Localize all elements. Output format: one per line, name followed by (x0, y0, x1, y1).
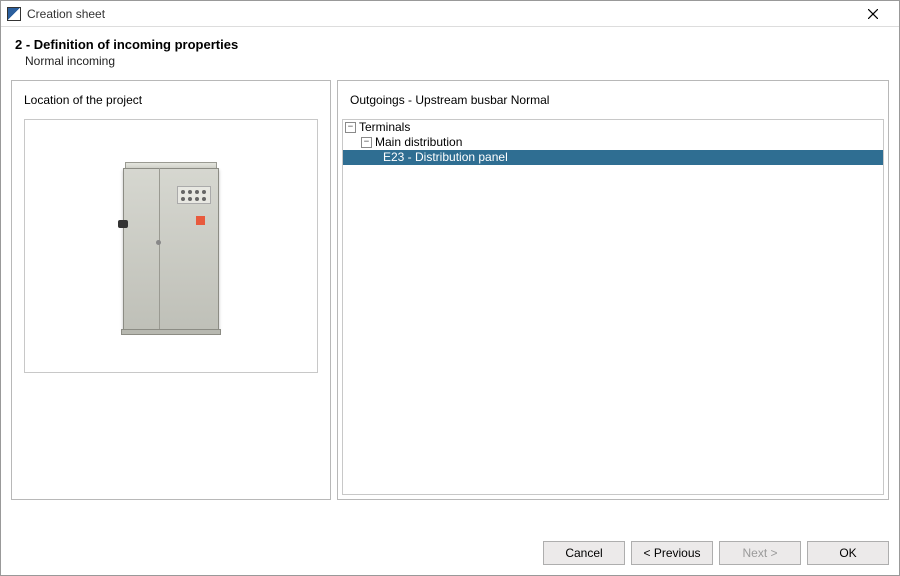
next-button: Next > (719, 541, 801, 565)
location-panel-title: Location of the project (24, 93, 318, 107)
close-icon (868, 9, 878, 19)
outgoings-panel-title: Outgoings - Upstream busbar Normal (338, 93, 888, 107)
content-area: Location of the project Outgoings - Upst… (1, 80, 899, 531)
previous-button[interactable]: < Previous (631, 541, 713, 565)
window-title: Creation sheet (27, 7, 853, 21)
location-panel: Location of the project (11, 80, 331, 500)
project-image-box (24, 119, 318, 373)
titlebar: Creation sheet (1, 1, 899, 27)
wizard-header: 2 - Definition of incoming properties No… (1, 27, 899, 80)
ok-button[interactable]: OK (807, 541, 889, 565)
collapse-icon[interactable]: − (345, 122, 356, 133)
app-icon (7, 7, 21, 21)
outgoings-tree[interactable]: −Terminals−Main distributionE23 - Distri… (342, 119, 884, 495)
tree-item[interactable]: −Main distribution (343, 135, 883, 150)
tree-item-label: Terminals (359, 120, 410, 135)
tree-item-label: E23 - Distribution panel (383, 150, 508, 165)
tree-item[interactable]: E23 - Distribution panel (343, 150, 883, 165)
close-button[interactable] (853, 2, 893, 26)
step-title: 2 - Definition of incoming properties (15, 37, 885, 52)
tree-item-label: Main distribution (375, 135, 462, 150)
cabinet-illustration (123, 162, 219, 330)
dialog-window: Creation sheet 2 - Definition of incomin… (0, 0, 900, 576)
step-subtitle: Normal incoming (15, 54, 885, 68)
tree-item[interactable]: −Terminals (343, 120, 883, 135)
outgoings-panel: Outgoings - Upstream busbar Normal −Term… (337, 80, 889, 500)
cancel-button[interactable]: Cancel (543, 541, 625, 565)
collapse-icon[interactable]: − (361, 137, 372, 148)
button-bar: Cancel < Previous Next > OK (1, 531, 899, 575)
